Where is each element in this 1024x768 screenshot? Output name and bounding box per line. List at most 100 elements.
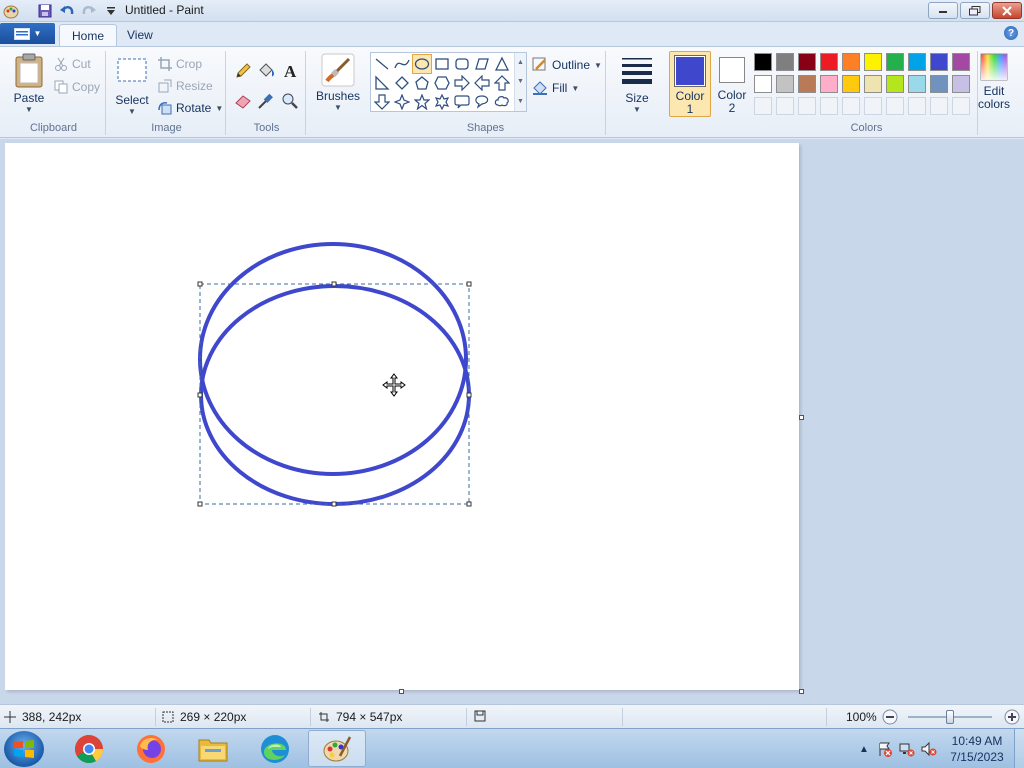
palette-swatch-empty[interactable] [820,97,838,115]
crop-button[interactable]: Crop [158,57,202,71]
volume-muted-icon[interactable] [918,741,940,757]
restore-button[interactable] [960,2,990,19]
polygon-shape[interactable] [472,54,492,74]
fill-tool[interactable] [256,61,276,81]
curve-shape[interactable] [392,54,412,74]
palette-swatch[interactable] [908,53,926,71]
customize-qat-dropdown-icon[interactable] [102,2,120,20]
line-shape[interactable] [372,54,392,74]
palette-swatch[interactable] [776,75,794,93]
palette-swatch[interactable] [820,53,838,71]
paint-menu-button[interactable]: ▼ [0,23,55,44]
down-arrow-shape[interactable] [372,92,392,112]
palette-swatch[interactable] [930,75,948,93]
start-button[interactable] [4,731,44,767]
palette-swatch-empty[interactable] [776,97,794,115]
text-tool[interactable]: A [280,61,300,81]
network-icon[interactable] [896,741,918,757]
redo-icon[interactable] [80,2,98,20]
palette-swatch[interactable] [886,75,904,93]
action-center-icon[interactable] [874,741,896,757]
taskbar-paint[interactable] [308,730,366,767]
copy-button[interactable]: Copy [54,80,100,94]
zoom-slider-thumb[interactable] [946,710,954,724]
color-picker-tool[interactable] [256,91,276,111]
fill-button[interactable]: Fill ▼ [532,80,579,96]
palette-swatch[interactable] [842,75,860,93]
palette-swatch-empty[interactable] [754,97,772,115]
paste-button[interactable]: Paste ▼ [8,53,50,114]
scroll-up-icon[interactable]: ▲ [517,59,524,66]
edit-colors-button[interactable]: Edit colors [976,53,1012,110]
oval-shape[interactable] [412,54,432,74]
cut-button[interactable]: Cut [54,57,91,71]
up-arrow-shape[interactable] [492,73,512,93]
palette-swatch[interactable] [754,75,772,93]
scroll-down-icon[interactable]: ▼ [517,78,524,85]
outline-button[interactable]: Outline ▼ [532,57,602,73]
save-icon[interactable] [36,2,54,20]
pencil-tool[interactable] [233,61,253,81]
eraser-tool[interactable] [233,91,253,111]
palette-swatch-empty[interactable] [908,97,926,115]
select-button[interactable]: Select ▼ [112,57,152,116]
rounded-callout-shape[interactable] [452,92,472,112]
palette-swatch-empty[interactable] [798,97,816,115]
clock[interactable]: 10:49 AM 7/15/2023 [940,733,1014,765]
palette-swatch-empty[interactable] [952,97,970,115]
size-button[interactable]: Size ▼ [616,55,658,114]
left-arrow-shape[interactable] [472,73,492,93]
rotate-button[interactable]: Rotate ▼ [158,101,223,115]
taskbar-chrome[interactable] [60,730,118,767]
canvas-resize-handle-bottom[interactable] [399,689,404,694]
brushes-button[interactable]: Brushes ▼ [312,53,364,112]
cloud-callout-shape[interactable] [492,92,512,112]
oval-callout-shape[interactable] [472,92,492,112]
diamond-shape[interactable] [392,73,412,93]
rectangle-shape[interactable] [432,54,452,74]
resize-button[interactable]: Resize [158,79,213,93]
drawing-canvas[interactable] [5,143,799,690]
magnifier-tool[interactable] [280,91,300,111]
canvas-resize-handle-right[interactable] [799,415,804,420]
zoom-out-button[interactable] [882,709,898,725]
right-triangle-shape[interactable] [372,73,392,93]
minimize-button[interactable] [928,2,958,19]
palette-swatch[interactable] [754,53,772,71]
palette-swatch[interactable] [864,53,882,71]
close-button[interactable] [992,2,1022,19]
palette-swatch[interactable] [798,53,816,71]
pentagon-shape[interactable] [412,73,432,93]
palette-swatch-empty[interactable] [930,97,948,115]
palette-swatch[interactable] [798,75,816,93]
palette-swatch[interactable] [864,75,882,93]
palette-swatch[interactable] [952,75,970,93]
taskbar-firefox[interactable] [122,730,180,767]
canvas-resize-handle-corner[interactable] [799,689,804,694]
palette-swatch[interactable] [886,53,904,71]
triangle-shape[interactable] [492,54,512,74]
help-icon[interactable]: ? [1004,26,1018,40]
taskbar-file-explorer[interactable] [184,730,242,767]
zoom-in-button[interactable] [1004,709,1020,725]
palette-swatch[interactable] [820,75,838,93]
four-point-star-shape[interactable] [392,92,412,112]
six-point-star-shape[interactable] [432,92,452,112]
paint-app-icon[interactable] [2,2,20,20]
palette-swatch[interactable] [842,53,860,71]
five-point-star-shape[interactable] [412,92,432,112]
expand-gallery-icon[interactable]: ▼ [517,98,524,105]
tab-view[interactable]: View [115,24,165,46]
palette-swatch[interactable] [930,53,948,71]
tab-home[interactable]: Home [59,24,118,46]
taskbar-edge[interactable] [246,730,304,767]
palette-swatch[interactable] [952,53,970,71]
shapes-gallery-scrollbar[interactable]: ▲ ▼ ▼ [514,53,526,111]
show-desktop-button[interactable] [1014,729,1024,768]
undo-icon[interactable] [58,2,76,20]
rounded-rectangle-shape[interactable] [452,54,472,74]
show-hidden-icons-icon[interactable]: ▲ [854,744,874,755]
right-arrow-shape[interactable] [452,73,472,93]
palette-swatch[interactable] [908,75,926,93]
hexagon-shape[interactable] [432,73,452,93]
